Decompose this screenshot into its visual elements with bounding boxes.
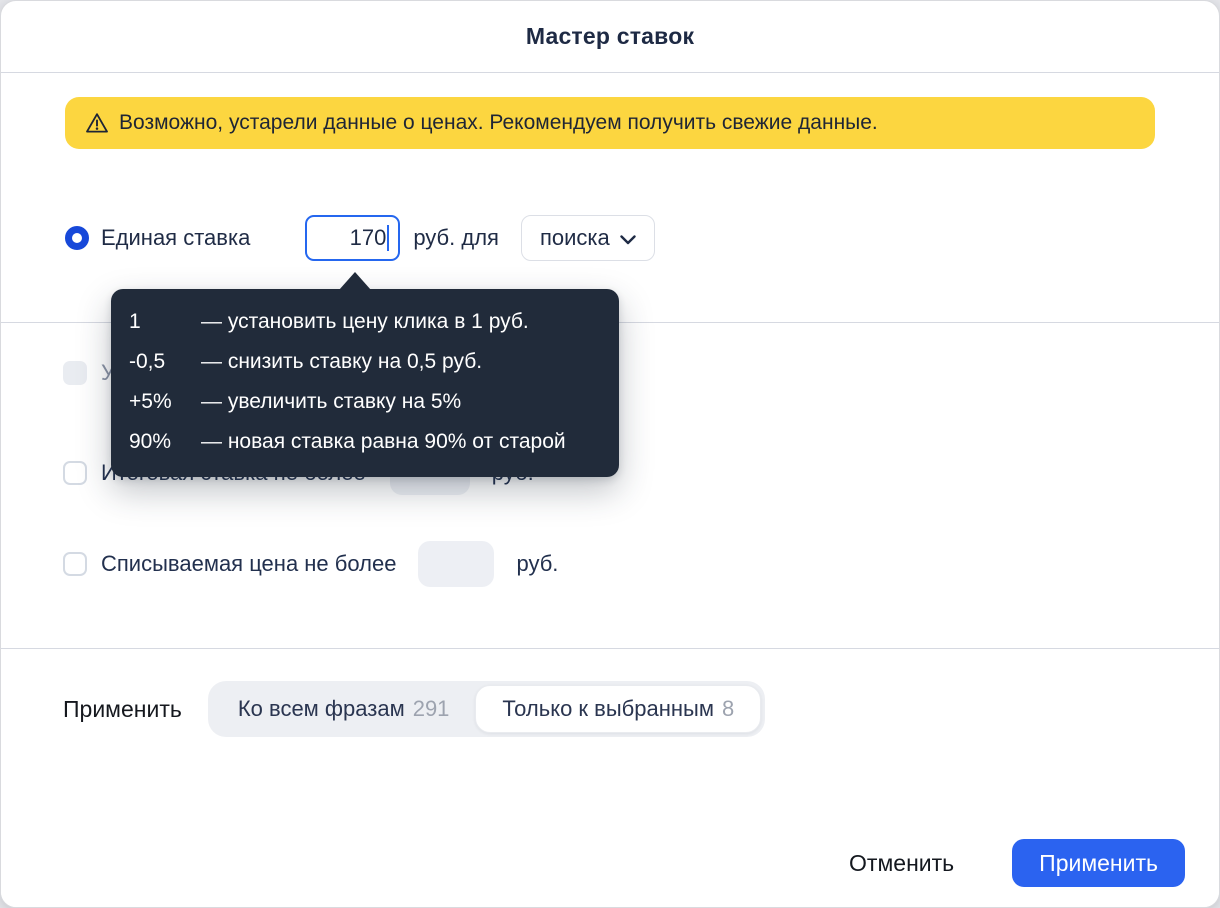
max-charge-price-unit: руб.	[516, 551, 559, 576]
hint-row: +5% — увеличить ставку на 5%	[129, 382, 599, 422]
hint-key: -0,5	[129, 350, 166, 373]
warning-text: Возможно, устарели данные о ценах. Реком…	[119, 111, 878, 134]
max-charge-price-input[interactable]	[418, 541, 495, 587]
hint-row: 1 — установить цену клика в 1 руб.	[129, 302, 599, 342]
hint-desc: — установить цену клика в 1 руб.	[201, 310, 529, 333]
hint-key: +5%	[129, 390, 172, 413]
bid-master-dialog: Мастер ставок Возможно, устарели данные …	[0, 0, 1220, 908]
max-final-bid-checkbox[interactable]	[63, 461, 87, 485]
segment-all-phrases-count: 291	[412, 696, 450, 721]
segment-selected-only-count: 8	[721, 696, 735, 721]
bid-amount-value: 170	[349, 225, 387, 250]
warning-banner: Возможно, устарели данные о ценах. Реком…	[65, 97, 1155, 149]
apply-button[interactable]: Применить	[1012, 839, 1185, 887]
hint-key: 1	[129, 310, 141, 333]
constraint-row-max-charge-price: Списываемая цена не более руб.	[63, 541, 558, 587]
dialog-title: Мастер ставок	[525, 23, 695, 49]
single-bid-row: Единая ставка 170 руб. для поиска	[65, 215, 655, 261]
bid-section: Возможно, устарели данные о ценах. Реком…	[1, 73, 1219, 323]
bid-target-selected-value: поиска	[539, 225, 610, 250]
segment-all-phrases-label: Ко всем фразам	[237, 696, 405, 721]
segment-selected-only[interactable]: Только к выбранным 8	[475, 685, 762, 733]
hint-row: 90% — новая ставка равна 90% от старой	[129, 422, 599, 462]
segment-all-phrases[interactable]: Ко всем фразам 291	[212, 685, 476, 733]
bid-target-select[interactable]: поиска	[520, 215, 655, 261]
segment-selected-only-label: Только к выбранным	[502, 696, 714, 721]
single-bid-radio-label: Единая ставка	[101, 225, 251, 250]
hint-desc: — снизить ставку на 0,5 руб.	[201, 350, 483, 373]
bid-amount-input[interactable]: 170	[305, 215, 401, 261]
text-caret	[387, 225, 390, 251]
warning-triangle-icon	[86, 113, 108, 133]
max-charge-price-checkbox[interactable]	[63, 552, 87, 576]
constraint-row-partially-hidden: У	[63, 360, 115, 385]
hint-desc: — новая ставка равна 90% от старой	[201, 430, 566, 453]
cancel-button[interactable]: Отменить	[835, 840, 968, 887]
hint-desc: — увеличить ставку на 5%	[201, 390, 462, 413]
hint-row: -0,5 — снизить ставку на 0,5 руб.	[129, 342, 599, 382]
hint-key: 90%	[129, 430, 172, 453]
max-charge-price-label: Списываемая цена не более	[101, 551, 397, 576]
dialog-footer: Отменить Применить	[1, 825, 1219, 907]
dialog-header: Мастер ставок	[1, 1, 1219, 73]
single-bid-radio[interactable]	[65, 226, 89, 250]
apply-scope-segmented-control: Ко всем фразам 291 Только к выбранным 8	[207, 681, 766, 737]
bid-unit-label: руб. для	[413, 225, 499, 250]
apply-scope-label: Применить	[63, 695, 182, 722]
apply-scope-section: Применить Ко всем фразам 291 Только к вы…	[1, 649, 1219, 827]
chevron-down-icon	[620, 234, 636, 244]
constraint-checkbox[interactable]	[63, 361, 87, 385]
bid-hint-tooltip: 1 — установить цену клика в 1 руб. -0,5 …	[111, 272, 619, 477]
